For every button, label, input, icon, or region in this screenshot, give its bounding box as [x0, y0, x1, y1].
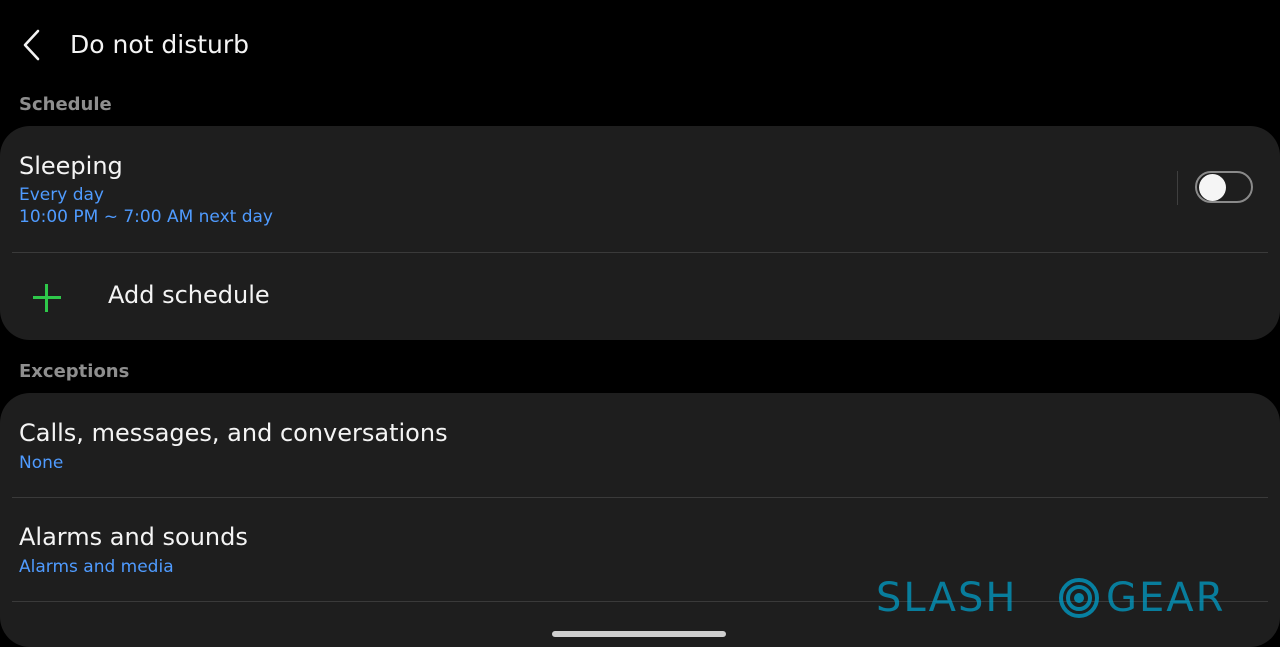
slashgear-logo-icon	[1059, 578, 1099, 618]
section-label-schedule: Schedule	[19, 94, 112, 115]
exception-title: Calls, messages, and conversations	[19, 419, 448, 447]
back-button[interactable]	[14, 24, 50, 66]
sleeping-schedule-toggle[interactable]	[1195, 171, 1253, 203]
schedule-item-sleeping[interactable]: Sleeping Every day 10:00 PM ~ 7:00 AM ne…	[0, 126, 1280, 252]
page-title: Do not disturb	[70, 30, 250, 59]
exception-subtitle: None	[19, 453, 64, 473]
watermark-text-right: GEAR	[1106, 575, 1226, 621]
toggle-separator	[1177, 171, 1178, 205]
toggle-knob	[1199, 174, 1226, 201]
exception-subtitle: Alarms and media	[19, 557, 174, 577]
plus-icon	[33, 284, 61, 312]
add-schedule-label: Add schedule	[108, 281, 270, 309]
home-indicator[interactable]	[552, 631, 726, 637]
exception-title: Alarms and sounds	[19, 523, 248, 551]
chevron-left-icon	[23, 29, 40, 61]
add-schedule-button[interactable]: Add schedule	[0, 253, 1280, 340]
schedule-item-title: Sleeping	[19, 152, 123, 180]
watermark-text-left: SLASH	[876, 575, 1018, 621]
do-not-disturb-screen: Do not disturb Schedule Sleeping Every d…	[0, 0, 1280, 647]
schedule-item-time: 10:00 PM ~ 7:00 AM next day	[19, 207, 273, 227]
slashgear-watermark: SLASH GEAR	[876, 574, 1268, 622]
app-bar: Do not disturb	[0, 0, 1280, 90]
exception-calls-messages[interactable]: Calls, messages, and conversations None	[0, 393, 1280, 497]
section-label-exceptions: Exceptions	[19, 361, 130, 382]
schedule-item-days: Every day	[19, 185, 104, 205]
schedule-card: Sleeping Every day 10:00 PM ~ 7:00 AM ne…	[0, 126, 1280, 340]
